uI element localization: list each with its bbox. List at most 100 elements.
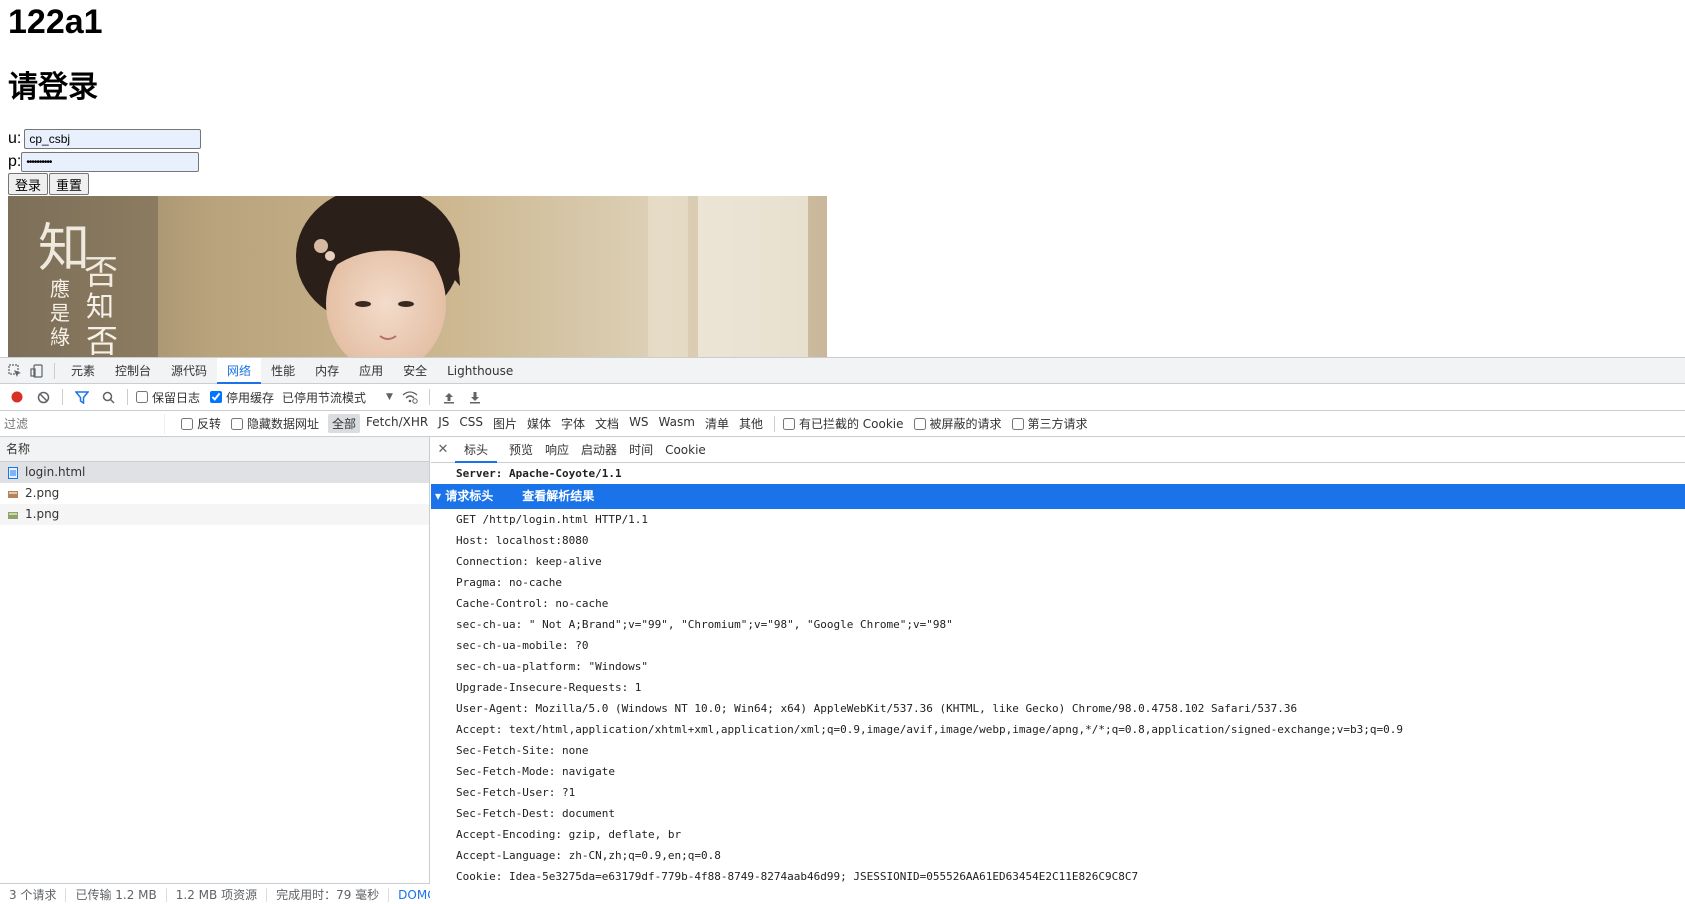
toolbar-divider bbox=[62, 389, 63, 405]
password-row: p: bbox=[8, 152, 200, 172]
preserve-log-checkbox[interactable]: 保留日志 bbox=[134, 389, 200, 406]
hide-data-urls-check[interactable] bbox=[231, 417, 244, 430]
request-header-line: Accept-Language: zh-CN,zh;q=0.9,en;q=0.8 bbox=[456, 849, 721, 862]
invert-check[interactable] bbox=[181, 417, 193, 430]
svg-text:是: 是 bbox=[50, 301, 70, 325]
resource-type-filter[interactable]: 文档 bbox=[591, 414, 623, 433]
resource-type-filter[interactable]: Fetch/XHR bbox=[362, 414, 432, 433]
device-toolbar-icon[interactable] bbox=[26, 358, 48, 384]
network-status-bar: 3 个请求 已传输 1.2 MB 1.2 MB 项资源 完成用时：79 毫秒 D… bbox=[0, 883, 430, 904]
svg-text:知: 知 bbox=[38, 219, 90, 279]
request-row[interactable]: 1.png bbox=[0, 504, 429, 525]
network-conditions-icon[interactable] bbox=[397, 384, 423, 410]
finish-time: 完成用时：79 毫秒 bbox=[267, 887, 390, 902]
request-header-line: User-Agent: Mozilla/5.0 (Windows NT 10.0… bbox=[456, 702, 1298, 715]
devtools-tab[interactable]: 安全 bbox=[393, 358, 437, 384]
preserve-log-check[interactable] bbox=[136, 391, 148, 403]
devtools-tab[interactable]: 网络 bbox=[217, 357, 262, 384]
detail-tab[interactable]: 预览 bbox=[509, 437, 545, 463]
web-page: 122a1 请登录 u: p: 登录 重置 bbox=[0, 0, 1685, 357]
request-header-line: sec-ch-ua-platform: "Windows" bbox=[456, 660, 649, 673]
blocked-requests-check[interactable] bbox=[913, 417, 926, 430]
filter-icon[interactable] bbox=[69, 384, 95, 410]
request-row[interactable]: 2.png bbox=[0, 483, 429, 504]
resource-type-filter[interactable]: 其他 bbox=[735, 414, 767, 433]
third-party-check[interactable] bbox=[1011, 417, 1024, 430]
devtools-tab[interactable]: Lighthouse bbox=[437, 358, 523, 384]
request-count: 3 个请求 bbox=[0, 887, 67, 902]
login-button[interactable]: 登录 bbox=[8, 173, 49, 195]
blocked-requests-label: 被屏蔽的请求 bbox=[929, 417, 1002, 431]
resource-type-filter[interactable]: WS bbox=[625, 414, 652, 433]
disable-cache-checkbox[interactable]: 停用缓存 bbox=[208, 389, 274, 406]
close-icon[interactable]: ✕ bbox=[431, 442, 455, 457]
resource-type-filter[interactable]: JS bbox=[434, 414, 453, 433]
form-buttons: 登录 重置 bbox=[8, 173, 90, 195]
disable-cache-check[interactable] bbox=[210, 391, 223, 403]
resource-type-filter[interactable]: CSS bbox=[455, 414, 487, 433]
detail-tab[interactable]: 响应 bbox=[545, 437, 581, 463]
detail-tab[interactable]: Cookie bbox=[665, 437, 718, 463]
blocked-cookies-check[interactable] bbox=[782, 417, 795, 430]
request-name: login.html bbox=[25, 465, 86, 479]
request-name: 1.png bbox=[25, 507, 60, 521]
svg-text:知: 知 bbox=[86, 290, 114, 323]
clear-icon[interactable] bbox=[30, 384, 56, 410]
request-list-pane: 名称 login.html 2.png 1.png 3 个请求 已传输 1.2 … bbox=[0, 437, 430, 904]
toolbar-divider bbox=[127, 389, 128, 405]
third-party-label: 第三方请求 bbox=[1027, 417, 1088, 431]
devtools-tab[interactable]: 性能 bbox=[261, 358, 305, 384]
name-column-header[interactable]: 名称 bbox=[0, 437, 429, 462]
request-header-line: GET /http/login.html HTTP/1.1 bbox=[456, 513, 649, 526]
throttle-select[interactable]: 已停用节流模式 ▼ bbox=[282, 389, 393, 406]
detail-tab[interactable]: 启动器 bbox=[581, 437, 629, 463]
password-input[interactable] bbox=[21, 152, 200, 172]
resource-type-filter[interactable]: 全部 bbox=[328, 414, 361, 433]
resource-type-filter[interactable]: 清单 bbox=[701, 414, 733, 433]
view-parsed-link[interactable]: 查看解析结果 bbox=[522, 484, 594, 509]
record-icon[interactable] bbox=[4, 384, 30, 410]
domcontentloaded-time: DOMCo bbox=[398, 887, 430, 902]
disable-cache-label: 停用缓存 bbox=[226, 390, 275, 405]
filter-input[interactable] bbox=[0, 413, 165, 434]
hide-data-urls-checkbox[interactable]: 隐藏数据网址 bbox=[229, 415, 319, 432]
detail-tab[interactable]: 时间 bbox=[629, 437, 665, 463]
request-header-line: Sec-Fetch-Site: none bbox=[456, 744, 589, 757]
devtools-tab[interactable]: 内存 bbox=[305, 358, 349, 384]
banner-image: 知 否 應 是 綠 知 否 bbox=[8, 196, 827, 357]
devtools-tab[interactable]: 控制台 bbox=[105, 358, 161, 384]
document-file-icon bbox=[8, 466, 18, 479]
devtools-tab[interactable]: 应用 bbox=[349, 358, 393, 384]
hide-data-urls-label: 隐藏数据网址 bbox=[247, 417, 320, 431]
svg-text:應: 應 bbox=[50, 277, 70, 301]
resource-type-filter[interactable]: 字体 bbox=[557, 414, 589, 433]
request-row[interactable]: login.html bbox=[0, 462, 429, 483]
blocked-cookies-checkbox[interactable]: 有已拦截的 Cookie bbox=[781, 415, 904, 432]
devtools-tab[interactable]: 元素 bbox=[61, 358, 105, 384]
request-name: 2.png bbox=[25, 486, 60, 500]
export-har-icon[interactable] bbox=[462, 384, 488, 410]
resource-type-filter[interactable]: Wasm bbox=[655, 414, 699, 433]
filter-bar: 反转 隐藏数据网址 全部Fetch/XHRJSCSS图片媒体字体文档WSWasm… bbox=[0, 411, 1685, 437]
detail-tab[interactable]: 标头 bbox=[455, 437, 498, 463]
inspect-element-icon[interactable] bbox=[4, 358, 26, 384]
request-header-line: sec-ch-ua: " Not A;Brand";v="99", "Chrom… bbox=[456, 618, 953, 631]
import-har-icon[interactable] bbox=[436, 384, 462, 410]
request-header-line: Connection: keep-alive bbox=[456, 555, 602, 568]
preserve-log-label: 保留日志 bbox=[152, 390, 201, 405]
request-headers-section[interactable]: ▾ 请求标头 查看解析结果 bbox=[431, 484, 1685, 509]
image-file-icon bbox=[8, 490, 18, 498]
reset-button[interactable]: 重置 bbox=[49, 173, 90, 195]
request-headers-title: ▾ 请求标头 bbox=[435, 489, 494, 503]
request-header-line: Sec-Fetch-Mode: navigate bbox=[456, 765, 615, 778]
devtools-tab[interactable]: 源代码 bbox=[161, 358, 217, 384]
resource-type-filter[interactable]: 媒体 bbox=[523, 414, 555, 433]
third-party-checkbox[interactable]: 第三方请求 bbox=[1010, 415, 1088, 432]
search-icon[interactable] bbox=[95, 384, 121, 410]
username-input[interactable] bbox=[24, 129, 202, 149]
blocked-requests-checkbox[interactable]: 被屏蔽的请求 bbox=[912, 415, 1002, 432]
image-file-icon bbox=[8, 511, 18, 519]
resource-type-filter[interactable]: 图片 bbox=[489, 414, 521, 433]
invert-checkbox[interactable]: 反转 bbox=[179, 415, 221, 432]
devtools-tabs: 元素 控制台 源代码 网络 性能 内存 应用 安全 Lighthouse bbox=[61, 357, 523, 384]
